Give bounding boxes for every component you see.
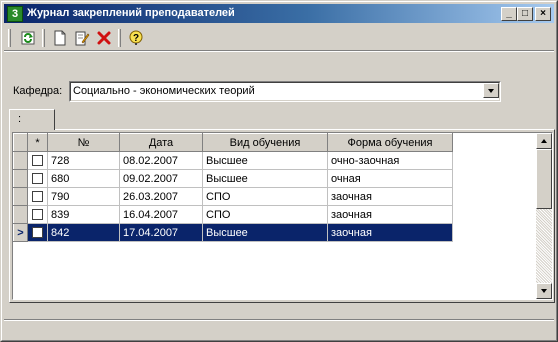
- close-button[interactable]: ×: [535, 7, 551, 21]
- cell-kind[interactable]: Высшее: [202, 169, 328, 188]
- row-checkbox[interactable]: [32, 155, 43, 167]
- minimize-button[interactable]: _: [501, 7, 517, 21]
- delete-icon: [97, 31, 111, 45]
- row-checkbox-cell[interactable]: [27, 205, 48, 224]
- edit-icon: [75, 31, 90, 46]
- toolbar-separator: [42, 29, 45, 47]
- table-row[interactable]: 790 26.03.2007 СПО заочная: [13, 187, 453, 206]
- maximize-button[interactable]: □: [517, 7, 533, 21]
- cell-form[interactable]: заочная: [327, 205, 453, 224]
- delete-record-button[interactable]: [94, 28, 114, 48]
- refresh-icon: [21, 31, 35, 45]
- row-checkbox[interactable]: [32, 227, 43, 239]
- department-select[interactable]: Социально - экономических теорий: [69, 81, 501, 102]
- records-grid[interactable]: * № Дата Вид обучения Форма обучения 728…: [12, 132, 553, 300]
- cell-date[interactable]: 16.04.2007: [119, 205, 203, 224]
- cell-kind[interactable]: СПО: [202, 187, 328, 206]
- edit-record-button[interactable]: [72, 28, 92, 48]
- cell-date[interactable]: 26.03.2007: [119, 187, 203, 206]
- column-header-kind[interactable]: Вид обучения: [202, 133, 328, 152]
- help-icon: ?: [129, 30, 143, 45]
- scroll-down-button[interactable]: [536, 283, 552, 299]
- toolbar-grip[interactable]: [8, 29, 11, 47]
- refresh-button[interactable]: [18, 28, 38, 48]
- cell-form[interactable]: очно-заочная: [327, 151, 453, 170]
- chevron-down-icon[interactable]: [483, 83, 499, 98]
- status-bar: [4, 319, 554, 337]
- scroll-up-button[interactable]: [536, 133, 552, 149]
- cell-date[interactable]: 17.04.2007: [119, 223, 203, 242]
- row-checkbox-cell[interactable]: [27, 169, 48, 188]
- row-indicator[interactable]: >: [13, 223, 28, 242]
- row-checkbox-cell[interactable]: [27, 187, 48, 206]
- cell-form[interactable]: заочная: [327, 223, 453, 242]
- row-indicator[interactable]: [13, 187, 28, 206]
- column-header-number[interactable]: №: [47, 133, 120, 152]
- table-row[interactable]: 680 09.02.2007 Высшее очная: [13, 169, 453, 188]
- row-checkbox[interactable]: [32, 191, 43, 203]
- cell-date[interactable]: 08.02.2007: [119, 151, 203, 170]
- new-document-icon: [54, 30, 66, 46]
- tab-main[interactable]: :: [9, 109, 55, 130]
- row-checkbox[interactable]: [32, 209, 43, 221]
- department-select-value: Социально - экономических теорий: [73, 85, 255, 97]
- vertical-scrollbar[interactable]: [536, 133, 552, 299]
- cell-date[interactable]: 09.02.2007: [119, 169, 203, 188]
- indicator-header: [13, 133, 28, 152]
- table-row[interactable]: 728 08.02.2007 Высшее очно-заочная: [13, 151, 453, 170]
- cell-kind[interactable]: СПО: [202, 205, 328, 224]
- table-row[interactable]: 839 16.04.2007 СПО заочная: [13, 205, 453, 224]
- title-bar[interactable]: 3 Журнал закреплений преподавателей _ □ …: [4, 4, 554, 23]
- row-indicator[interactable]: [13, 205, 28, 224]
- new-record-button[interactable]: [50, 28, 70, 48]
- cell-form[interactable]: очная: [327, 169, 453, 188]
- cell-number[interactable]: 842: [47, 223, 120, 242]
- scroll-thumb[interactable]: [536, 149, 552, 209]
- current-row-arrow-icon: >: [17, 226, 24, 239]
- department-label: Кафедра:: [13, 85, 63, 97]
- cell-kind[interactable]: Высшее: [202, 223, 328, 242]
- window-title: Журнал закреплений преподавателей: [27, 7, 235, 19]
- column-header-check[interactable]: *: [27, 133, 48, 152]
- cell-number[interactable]: 680: [47, 169, 120, 188]
- toolbar: ?: [4, 25, 554, 52]
- cell-number[interactable]: 790: [47, 187, 120, 206]
- cell-number[interactable]: 728: [47, 151, 120, 170]
- toolbar-separator: [118, 29, 121, 47]
- row-checkbox-cell[interactable]: [27, 151, 48, 170]
- row-indicator[interactable]: [13, 151, 28, 170]
- main-window: 3 Журнал закреплений преподавателей _ □ …: [0, 0, 558, 342]
- tab-label: :: [18, 113, 22, 125]
- table-row-selected[interactable]: > 842 17.04.2007 Высшее заочная: [13, 223, 453, 242]
- svg-text:?: ?: [133, 33, 139, 44]
- row-indicator[interactable]: [13, 169, 28, 188]
- cell-form[interactable]: заочная: [327, 187, 453, 206]
- app-icon: 3: [7, 6, 23, 22]
- cell-number[interactable]: 839: [47, 205, 120, 224]
- row-checkbox[interactable]: [32, 173, 43, 185]
- records-table: * № Дата Вид обучения Форма обучения 728…: [13, 133, 453, 242]
- table-header-row: * № Дата Вид обучения Форма обучения: [13, 133, 453, 152]
- scroll-track[interactable]: [536, 209, 552, 283]
- cell-kind[interactable]: Высшее: [202, 151, 328, 170]
- column-header-date[interactable]: Дата: [119, 133, 203, 152]
- column-header-form[interactable]: Форма обучения: [327, 133, 453, 152]
- help-button[interactable]: ?: [126, 28, 146, 48]
- row-checkbox-cell[interactable]: [27, 223, 48, 242]
